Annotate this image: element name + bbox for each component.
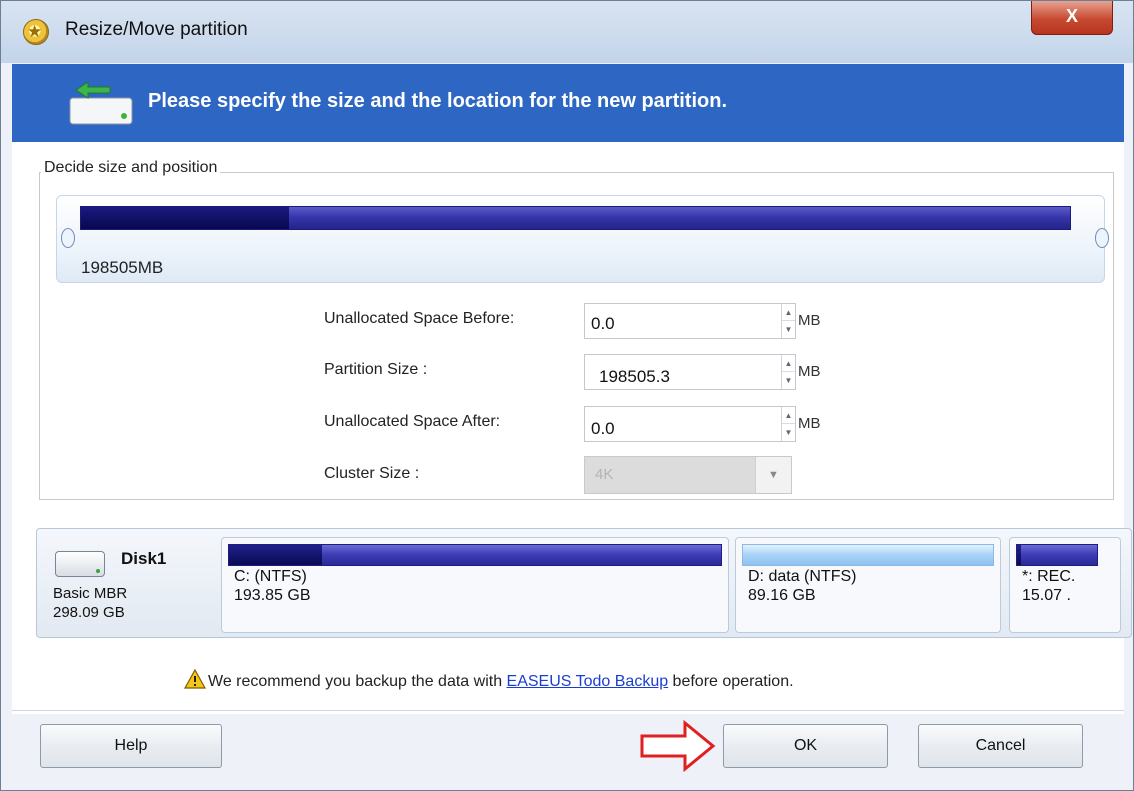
before-spinner[interactable]: ▲ ▼ [781, 304, 795, 338]
partition-d-bar [742, 544, 994, 566]
warning-prefix: We recommend you backup the data with [208, 673, 507, 690]
resize-move-dialog: ★ Resize/Move partition X Please specify… [0, 0, 1134, 791]
red-arrow-annotation-icon [640, 719, 716, 773]
spin-up-icon[interactable]: ▲ [782, 407, 795, 424]
after-spinner[interactable]: ▲ ▼ [781, 407, 795, 441]
cluster-value: 4K [595, 466, 614, 483]
before-input[interactable] [585, 304, 771, 338]
warning-icon [184, 669, 206, 689]
after-input[interactable] [585, 407, 771, 441]
partition-rec-used [1017, 545, 1021, 565]
size-label: Partition Size : [324, 361, 428, 378]
spin-down-icon[interactable]: ▼ [782, 424, 795, 441]
content-panel: Decide size and position 198505MB Unallo… [12, 142, 1132, 714]
before-unit: MB [798, 312, 821, 329]
help-button[interactable]: Help [40, 724, 222, 768]
partition-d-name: D: data (NTFS) [748, 568, 857, 585]
partition-d[interactable]: D: data (NTFS) 89.16 GB [735, 537, 1001, 633]
window-title: Resize/Move partition [65, 19, 248, 40]
before-field[interactable]: ▲ ▼ [584, 303, 796, 339]
cancel-button[interactable]: Cancel [918, 724, 1083, 768]
size-field[interactable]: ▲ ▼ [584, 354, 796, 390]
disk-map: Disk1 Basic MBR 298.09 GB C: (NTFS) 193.… [36, 528, 1132, 638]
spin-down-icon[interactable]: ▼ [782, 321, 795, 338]
partition-c-size: 193.85 GB [234, 587, 311, 604]
slider-size-label: 198505MB [81, 258, 164, 277]
partition-c-name: C: (NTFS) [234, 568, 307, 585]
chevron-down-icon: ▼ [755, 457, 791, 493]
disk-info: Disk1 Basic MBR 298.09 GB [49, 543, 209, 633]
backup-warning: We recommend you backup the data with EA… [184, 669, 794, 691]
footer-divider [12, 710, 1124, 711]
partition-rec[interactable]: *: REC. 15.07 . [1009, 537, 1121, 633]
partition-c-bar [228, 544, 722, 566]
spin-up-icon[interactable]: ▲ [782, 304, 795, 321]
ok-button[interactable]: OK [723, 724, 888, 768]
after-unit: MB [798, 415, 821, 432]
warning-suffix: before operation. [668, 673, 794, 690]
partition-c-used [229, 545, 323, 565]
title-bar: ★ Resize/Move partition X [1, 1, 1133, 63]
disk-name: Disk1 [121, 549, 167, 568]
spin-up-icon[interactable]: ▲ [782, 355, 795, 372]
partition-rec-bar [1016, 544, 1098, 566]
slider-used-segment [81, 207, 289, 229]
instruction-text: Please specify the size and the location… [148, 90, 728, 112]
close-button[interactable]: X [1031, 1, 1113, 35]
cluster-size-select: 4K ▼ [584, 456, 792, 494]
after-label: Unallocated Space After: [324, 413, 501, 430]
resize-partition-icon [69, 81, 133, 125]
after-field[interactable]: ▲ ▼ [584, 406, 796, 442]
cluster-label: Cluster Size : [324, 465, 420, 482]
disk-type: Basic MBR [53, 585, 128, 602]
partition-slider-bar[interactable] [80, 206, 1071, 230]
app-star-icon: ★ [23, 19, 49, 45]
hard-disk-icon [55, 551, 105, 577]
disk-size: 298.09 GB [53, 604, 125, 621]
spin-down-icon[interactable]: ▼ [782, 372, 795, 389]
size-unit: MB [798, 363, 821, 380]
before-label: Unallocated Space Before: [324, 310, 515, 327]
partition-rec-name: *: REC. [1022, 568, 1076, 585]
size-spinner[interactable]: ▲ ▼ [781, 355, 795, 389]
easeus-todo-backup-link[interactable]: EASEUS Todo Backup [507, 673, 669, 690]
partition-c[interactable]: C: (NTFS) 193.85 GB [221, 537, 729, 633]
left-resize-handle[interactable] [61, 228, 75, 248]
partition-d-size: 89.16 GB [748, 587, 816, 604]
group-label: Decide size and position [41, 159, 221, 177]
size-input[interactable] [585, 355, 771, 389]
instruction-banner: Please specify the size and the location… [12, 64, 1124, 142]
partition-rec-size: 15.07 . [1022, 587, 1071, 604]
right-resize-handle[interactable] [1095, 228, 1109, 248]
